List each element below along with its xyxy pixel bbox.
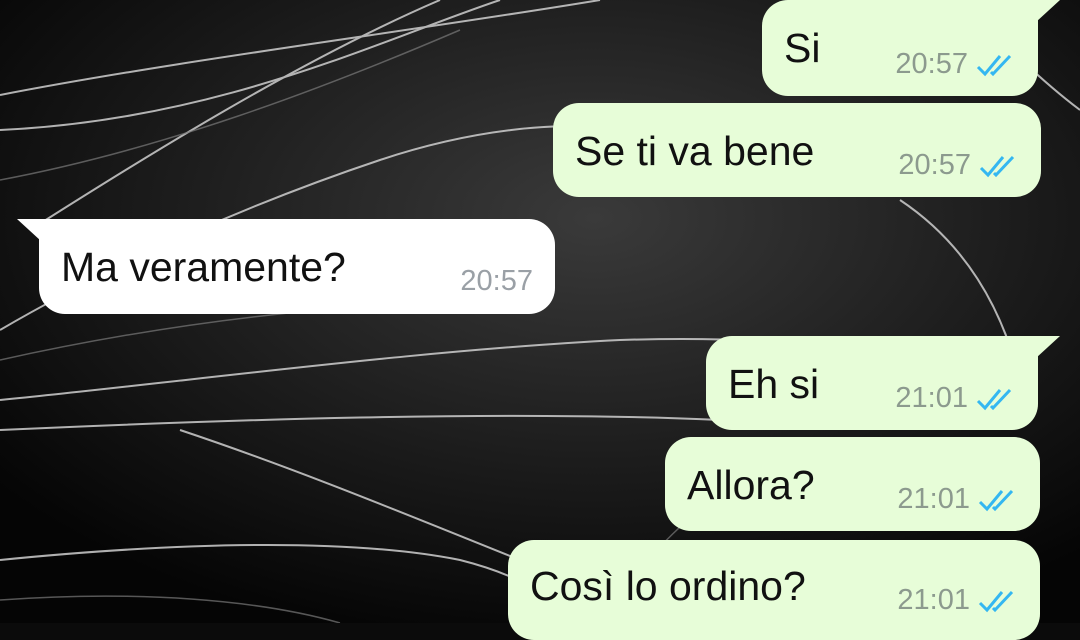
message-text: Ma veramente? <box>61 244 346 290</box>
message-text: Se ti va bene <box>575 128 815 174</box>
message-text: Eh si <box>728 361 820 407</box>
double-check-read-icon <box>978 489 1014 511</box>
message-time: 21:01 <box>897 584 970 616</box>
message-time: 20:57 <box>898 149 971 181</box>
bubble-tail <box>1036 0 1060 22</box>
message-bubble-outgoing[interactable]: Se ti va bene 20:57 <box>553 103 1041 197</box>
message-bubble-outgoing[interactable]: Si 20:57 <box>762 0 1060 96</box>
message-time: 21:01 <box>895 382 968 414</box>
message-bubble-incoming[interactable]: Ma veramente? 20:57 <box>17 219 555 314</box>
message-bubble-outgoing[interactable]: Così lo ordino? 21:01 <box>508 540 1040 640</box>
message-bubble-outgoing[interactable]: Allora? 21:01 <box>665 437 1040 531</box>
double-check-read-icon <box>976 388 1012 410</box>
chat-message-list[interactable]: Si 20:57 Se ti va bene 20:57 Ma verament… <box>0 0 1080 640</box>
double-check-read-icon <box>976 54 1012 76</box>
message-time: 21:01 <box>897 483 970 515</box>
message-time: 20:57 <box>895 48 968 80</box>
bubble-tail <box>17 219 41 241</box>
double-check-read-icon <box>979 155 1015 177</box>
message-bubble-outgoing[interactable]: Eh si 21:01 <box>706 336 1060 430</box>
double-check-read-icon <box>978 590 1014 612</box>
message-text: Si <box>784 25 821 71</box>
message-text: Così lo ordino? <box>530 563 806 609</box>
message-time: 20:57 <box>460 265 533 297</box>
message-text: Allora? <box>687 462 815 508</box>
bubble-tail <box>1036 336 1060 358</box>
